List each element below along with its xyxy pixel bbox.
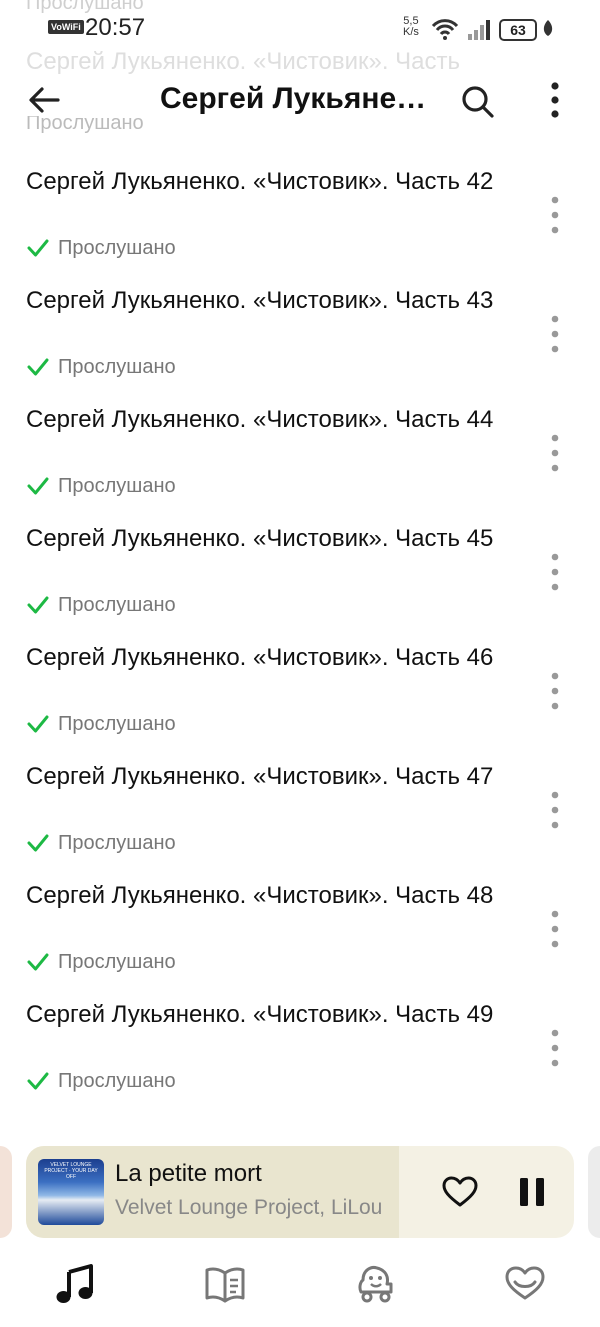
checkmark-icon [27, 834, 49, 852]
back-arrow-icon[interactable] [24, 80, 64, 120]
episode-status: Прослушано [26, 710, 176, 738]
status-label: Прослушано [58, 474, 176, 497]
status-label: Прослушано [58, 593, 176, 616]
item-more-icon[interactable] [544, 671, 566, 711]
checkmark-icon [27, 715, 49, 733]
item-more-icon[interactable] [544, 552, 566, 592]
battery-indicator: 63 [499, 19, 537, 41]
list-item[interactable]: Сергей Лукьяненко. «Чистовик». Часть 42 П… [0, 160, 600, 279]
episode-title: Сергей Лукьяненко. «Чистовик». Часть 42 [26, 168, 494, 195]
episode-status: Прослушано [26, 591, 176, 619]
ghost-status-top: Прослушано [26, 0, 144, 14]
item-more-icon[interactable] [544, 433, 566, 473]
favorites-heart-icon[interactable] [501, 1260, 549, 1308]
status-label: Прослушано [58, 831, 176, 854]
episode-status: Прослушано [26, 353, 176, 381]
episode-title: Сергей Лукьяненко. «Чистовик». Часть 48 [26, 882, 494, 909]
episode-title: Сергей Лукьяненко. «Чистовик». Часть 47 [26, 763, 494, 790]
list-item[interactable]: Сергей Лукьяненко. «Чистовик». Часть 48 П… [0, 874, 600, 993]
list-item[interactable]: Сергей Лукьяненко. «Чистовик». Часть 43 П… [0, 279, 600, 398]
item-more-icon[interactable] [544, 1028, 566, 1068]
next-card-edge [588, 1146, 600, 1238]
status-label: Прослушано [58, 355, 176, 378]
item-more-icon[interactable] [544, 790, 566, 830]
episode-list: Сергей Лукьяненко. «Чистовик». Часть 42 П… [0, 160, 600, 1112]
kids-icon[interactable] [351, 1260, 399, 1308]
search-icon[interactable] [458, 82, 498, 122]
checkmark-icon [27, 953, 49, 971]
checkmark-icon [27, 1072, 49, 1090]
item-more-icon[interactable] [544, 909, 566, 949]
status-label: Прослушано [58, 712, 176, 735]
status-label: Прослушано [58, 236, 176, 259]
checkmark-icon [27, 477, 49, 495]
episode-status: Прослушано [26, 234, 176, 262]
heart-icon[interactable] [440, 1172, 480, 1212]
episode-title: Сергей Лукьяненко. «Чистовик». Часть 45 [26, 525, 494, 552]
episode-status: Прослушано [26, 1067, 176, 1095]
episode-title: Сергей Лукьяненко. «Чистовик». Часть 44 [26, 406, 494, 433]
signal-wifi-icon [431, 19, 490, 40]
episode-title: Сергей Лукьяненко. «Чистовик». Часть 46 [26, 644, 494, 671]
episode-status: Прослушано [26, 472, 176, 500]
item-more-icon[interactable] [544, 314, 566, 354]
list-item[interactable]: Сергей Лукьяненко. «Чистовик». Часть 46 П… [0, 636, 600, 755]
episode-title: Сергей Лукьяненко. «Чистовик». Часть 43 [26, 287, 494, 314]
vowifi-badge: VoWiFi [48, 20, 84, 34]
more-menu-icon[interactable] [540, 80, 570, 124]
page-title: Сергей Лукьяненко. «Чистовик» [160, 82, 435, 115]
network-speed: 5,5 K/s [403, 16, 419, 38]
album-cover-text: VELVET LOUNGE PROJECT · YOUR DAY OFF [44, 1162, 98, 1180]
checkmark-icon [27, 358, 49, 376]
mini-player[interactable]: VELVET LOUNGE PROJECT · YOUR DAY OFF La … [26, 1146, 574, 1238]
list-item[interactable]: Сергей Лукьяненко. «Чистовик». Часть 49 П… [0, 993, 600, 1112]
bottom-navigation [0, 1250, 600, 1327]
checkmark-icon [27, 596, 49, 614]
list-item[interactable]: Сергей Лукьяненко. «Чистовик». Часть 45 П… [0, 517, 600, 636]
episode-title: Сергей Лукьяненко. «Чистовик». Часть 49 [26, 1001, 494, 1028]
episode-status: Прослушано [26, 948, 176, 976]
book-icon[interactable] [201, 1260, 249, 1308]
clock: 20:57 [85, 14, 146, 41]
pause-icon[interactable] [512, 1172, 552, 1212]
track-title: La petite mort [115, 1160, 262, 1187]
ghost-status: Прослушано [26, 116, 144, 134]
list-item[interactable]: Сергей Лукьяненко. «Чистовик». Часть 44 П… [0, 398, 600, 517]
episode-status: Прослушано [26, 829, 176, 857]
list-item[interactable]: Сергей Лукьяненко. «Чистовик». Часть 47 П… [0, 755, 600, 874]
status-label: Прослушано [58, 1069, 176, 1092]
leaf-icon [543, 20, 553, 36]
item-more-icon[interactable] [544, 195, 566, 235]
checkmark-icon [27, 239, 49, 257]
status-label: Прослушано [58, 950, 176, 973]
album-cover: VELVET LOUNGE PROJECT · YOUR DAY OFF [38, 1159, 104, 1225]
music-note-icon[interactable] [52, 1260, 100, 1308]
previous-card-edge [0, 1146, 12, 1238]
track-artist: Velvet Lounge Project, LiLou [115, 1196, 383, 1219]
network-speed-unit: K/s [403, 26, 419, 38]
